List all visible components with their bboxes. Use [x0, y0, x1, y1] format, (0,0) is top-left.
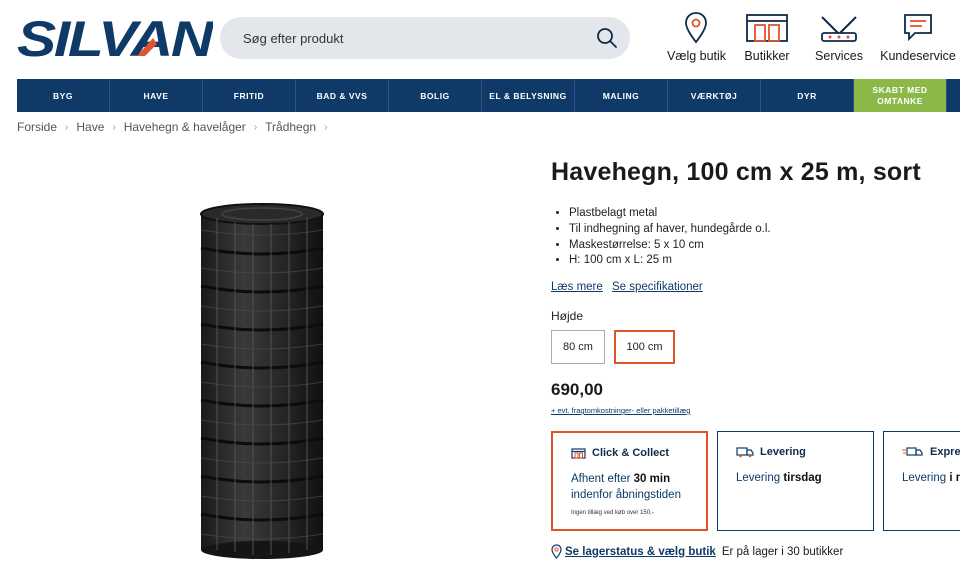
svg-text:SILVAN: SILVAN	[17, 14, 213, 62]
nav-item-bad-vvs[interactable]: BAD & VVS	[296, 79, 389, 112]
delivery-day: tirsdag	[783, 472, 822, 484]
delivery-option-express[interactable]: Expre Levering i m	[883, 431, 960, 531]
stores-label: Butikker	[744, 49, 790, 63]
size-option-80cm[interactable]: 80 cm	[551, 330, 605, 364]
breadcrumb-have[interactable]: Have	[76, 120, 104, 134]
stores-link[interactable]: Butikker	[743, 10, 791, 63]
site-header: SILVAN Søg efter produkt Vælg butik Buti…	[0, 0, 960, 80]
delivery-fee-note: Ingen tillæg ved køb over 150,-	[571, 510, 654, 516]
nav-item-skabt-med-omtanke[interactable]: SKABT MED OMTANKE	[854, 79, 947, 112]
store-icon	[571, 448, 586, 459]
nav-item-byg[interactable]: BYG	[17, 79, 110, 112]
delivery-title: Levering	[760, 446, 806, 458]
delivery-title: Click & Collect	[592, 447, 670, 459]
nav-item-bolig[interactable]: BOLIG	[389, 79, 482, 112]
breadcrumb: Forside › Have › Havehegn & havelåger › …	[17, 120, 335, 134]
delivery-title: Expre	[930, 446, 960, 458]
option-label: Højde	[551, 309, 584, 323]
feature-item: Maskestørrelse: 5 x 10 cm	[569, 238, 771, 254]
truck-icon	[736, 447, 754, 458]
choose-store-label: Vælg butik	[667, 49, 727, 63]
location-pin-icon	[685, 12, 707, 44]
search-icon[interactable]	[596, 27, 618, 49]
shipping-note-link[interactable]: + evt. fragtomkostninger- eller pakketil…	[551, 406, 690, 415]
delivery-text: indenfor åbningstiden	[571, 489, 681, 501]
delivery-option-click-collect[interactable]: Click & Collect Afhent efter 30 min inde…	[551, 431, 708, 531]
breadcrumb-traadhegn[interactable]: Trådhegn	[265, 120, 316, 134]
nav-item-vaerktoej[interactable]: VÆRKTØJ	[668, 79, 761, 112]
nav-item-dyr[interactable]: DYR	[761, 79, 854, 112]
search-input[interactable]: Søg efter produkt	[243, 31, 343, 46]
customer-service-label: Kundeservice	[880, 49, 956, 63]
express-truck-icon	[902, 447, 923, 456]
feature-item: H: 100 cm x L: 25 m	[569, 253, 771, 269]
stock-status-text: Er på lager i 30 butikker	[721, 545, 844, 558]
nav-item-have[interactable]: HAVE	[110, 79, 203, 112]
nav-item-maling[interactable]: MALING	[575, 79, 668, 112]
delivery-text: Afhent efter	[571, 473, 634, 485]
services-link[interactable]: Services	[813, 10, 865, 63]
product-features: Plastbelagt metal Til indhegning af have…	[569, 206, 771, 269]
stock-status: Se lagerstatus & vælg butik Er på lager …	[551, 544, 843, 559]
customer-service-link[interactable]: Kundeservice	[880, 10, 956, 63]
services-label: Services	[815, 49, 863, 63]
read-more-link[interactable]: Læs mere	[551, 281, 603, 293]
size-option-100cm[interactable]: 100 cm	[614, 330, 675, 364]
silvan-logo[interactable]: SILVAN	[17, 11, 216, 67]
product-image[interactable]	[195, 200, 330, 560]
search-bar[interactable]: Søg efter produkt	[220, 17, 630, 59]
chevron-right-icon: ›	[65, 121, 69, 133]
specifications-link[interactable]: Se specifikationer	[612, 281, 703, 293]
feature-item: Plastbelagt metal	[569, 206, 771, 222]
breadcrumb-havehegn[interactable]: Havehegn & havelåger	[124, 120, 246, 134]
delivery-time: 30 min	[633, 473, 671, 485]
chevron-right-icon: ›	[324, 121, 328, 133]
delivery-option-levering[interactable]: Levering Levering tirsdag	[717, 431, 874, 531]
main-navigation: BYG HAVE FRITID BAD & VVS BOLIG EL & BEL…	[17, 79, 960, 112]
store-icon	[746, 14, 788, 42]
stock-status-link[interactable]: Se lagerstatus & vælg butik	[565, 546, 716, 558]
chat-icon	[904, 14, 932, 42]
delivery-text: Levering	[736, 472, 784, 484]
product-title: Havehegn, 100 cm x 25 m, sort	[551, 158, 921, 186]
feature-item: Til indhegning af haver, hundegårde o.l.	[569, 222, 771, 238]
product-links: Læs mere Se specifikationer	[551, 281, 709, 293]
delivery-text: Levering	[902, 472, 950, 484]
choose-store-link[interactable]: Vælg butik	[667, 10, 727, 63]
location-pin-icon	[551, 544, 562, 559]
chevron-right-icon: ›	[253, 121, 258, 133]
product-price: 690,00	[551, 380, 603, 399]
nav-item-fritid[interactable]: FRITID	[203, 79, 296, 112]
delivery-time: i m	[949, 472, 960, 484]
tools-icon	[821, 16, 857, 42]
chevron-right-icon: ›	[112, 121, 116, 133]
breadcrumb-forside[interactable]: Forside	[17, 120, 57, 134]
nav-item-el-belysning[interactable]: EL & BELYSNING	[482, 79, 575, 112]
